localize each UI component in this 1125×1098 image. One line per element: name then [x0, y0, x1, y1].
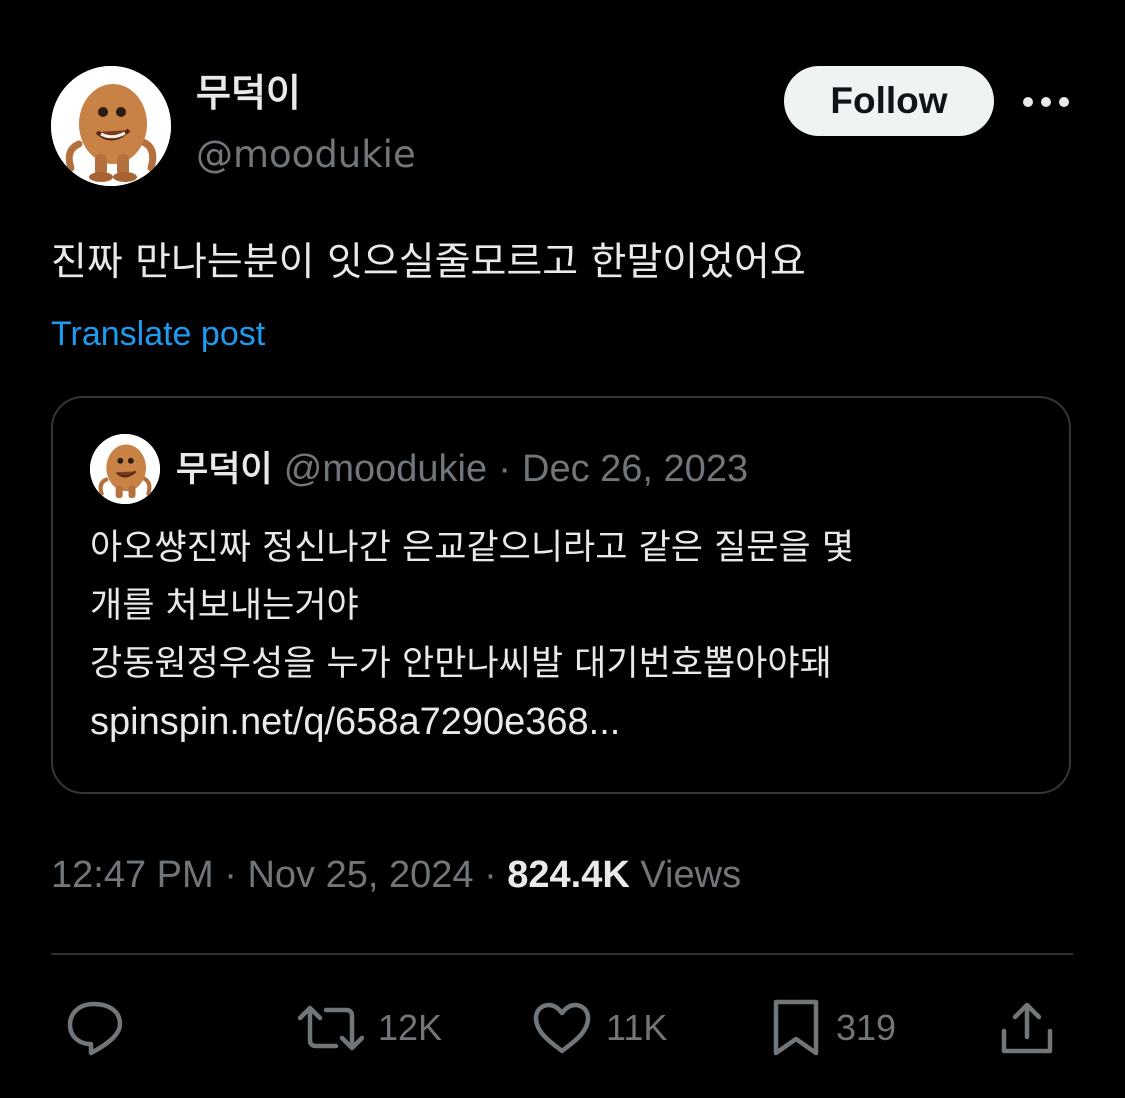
views-label: Views [640, 854, 742, 896]
post-text: 진짜 만나는분이 잇으실줄모르고 한말이었어요 [51, 240, 806, 285]
bookmark-count: 319 [836, 1007, 897, 1048]
like-count: 11K [606, 1007, 668, 1048]
more-horizontal-icon [1022, 96, 1070, 108]
like-button[interactable]: 11K [532, 996, 667, 1060]
repost-icon [298, 1002, 364, 1054]
share-button[interactable] [998, 996, 1056, 1060]
bookmark-button[interactable]: 319 [770, 996, 896, 1060]
repost-count: 12K [378, 1007, 443, 1048]
post-time[interactable]: 12:47 PM [51, 854, 214, 896]
author-avatar[interactable] [51, 66, 171, 186]
post-date[interactable]: Nov 25, 2024 [247, 854, 473, 896]
more-options-button[interactable] [1018, 80, 1074, 124]
quoted-post-text: 아오썅진짜 정신나간 은교같으니라고 같은 질문을 몇 개를 처보내는거야 강동… [90, 519, 1050, 751]
meta-separator: · [484, 854, 497, 896]
heart-icon [532, 1001, 592, 1055]
author-handle[interactable]: @moodukie [196, 132, 416, 178]
quoted-author-handle: @moodukie [283, 448, 488, 490]
meta-separator: · [224, 854, 237, 896]
bookmark-icon [770, 997, 822, 1059]
quoted-post-date: Dec 26, 2023 [522, 448, 749, 490]
quoted-post-link[interactable]: spinspin.net/q/658a7290e368... [90, 693, 1050, 751]
share-icon [998, 999, 1056, 1057]
quoted-text-line: 아오썅진짜 정신나간 은교같으니라고 같은 질문을 몇 [90, 528, 855, 568]
quoted-text-line: 개를 처보내는거야 [90, 586, 359, 626]
translate-post-link[interactable]: Translate post [51, 310, 265, 358]
quoted-separator: · [498, 448, 511, 490]
quoted-author-avatar [90, 434, 160, 504]
quoted-text-line: 강동원정우성을 누가 안만나씨발 대기번호뽑아야돼 [90, 644, 832, 684]
views-count: 824.4K [507, 854, 630, 896]
follow-button[interactable]: Follow [784, 66, 994, 136]
post-meta: 12:47 PM · Nov 25, 2024 · 824.4K Views [51, 848, 741, 902]
quoted-author-name: 무덕이 [176, 450, 273, 490]
reply-icon [64, 998, 126, 1058]
reply-button[interactable] [64, 996, 126, 1060]
quoted-post-header: 무덕이 @moodukie · Dec 26, 2023 [176, 443, 748, 496]
author-display-name[interactable]: 무덕이 [196, 68, 301, 118]
divider [51, 953, 1073, 955]
repost-button[interactable]: 12K [298, 996, 442, 1060]
